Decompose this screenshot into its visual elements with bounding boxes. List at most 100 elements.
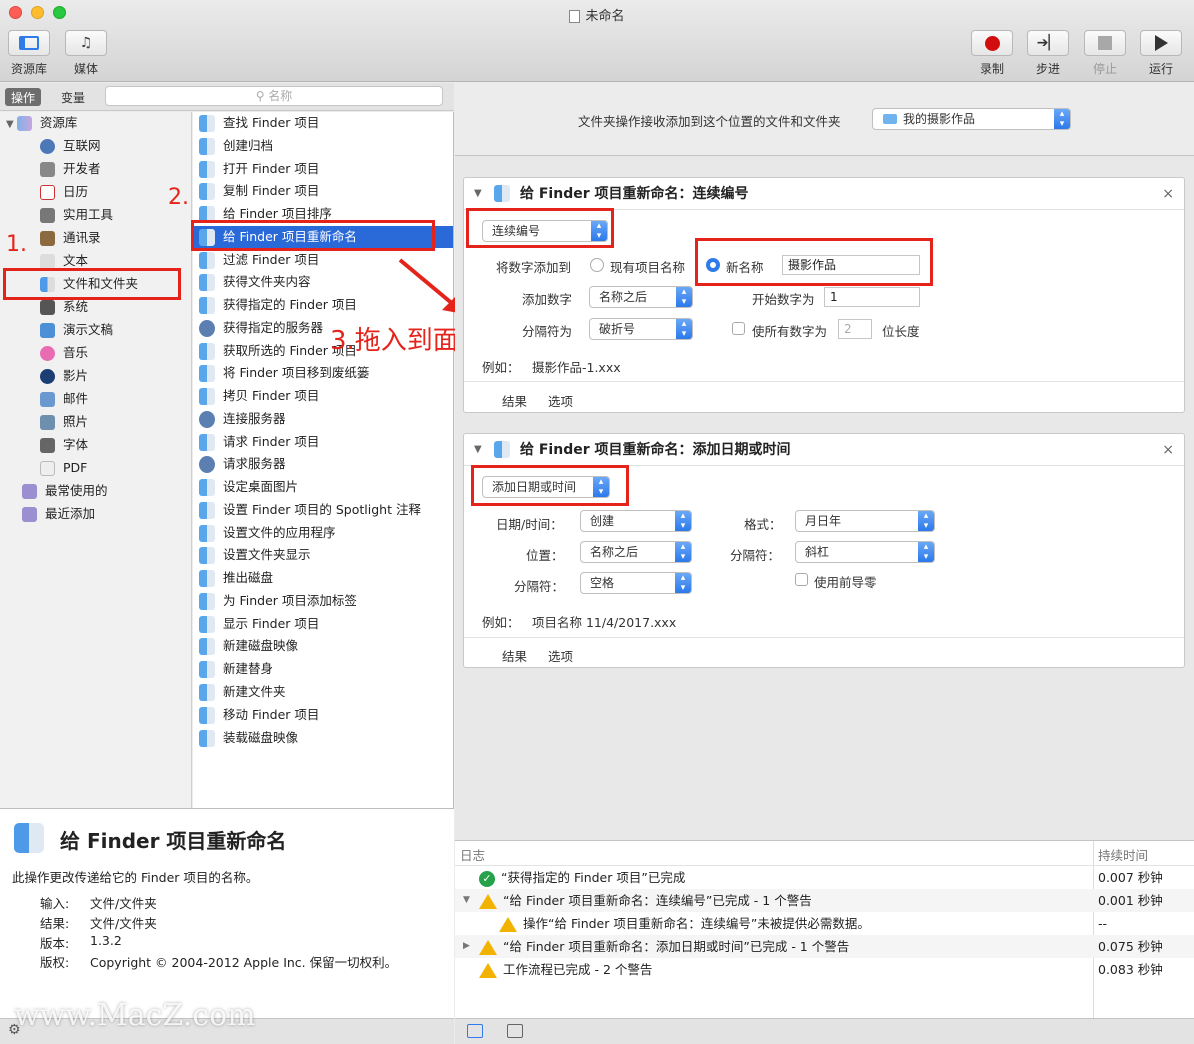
smart-group-most-used[interactable]: 最常使用的	[22, 480, 108, 502]
action-item[interactable]: 将 Finder 项目移到废纸篓	[199, 362, 369, 384]
library-item-music[interactable]: 音乐	[40, 342, 88, 364]
date-time-popup[interactable]: 创建 ▴ ▾	[580, 510, 692, 532]
radio-existing-name[interactable]	[590, 258, 604, 272]
library-item-internet[interactable]: 互联网	[40, 135, 101, 157]
action-item[interactable]: 推出磁盘	[199, 567, 273, 589]
action-item[interactable]: 获得指定的 Finder 项目	[199, 294, 357, 316]
leading-zero-checkbox[interactable]	[795, 573, 808, 586]
action-item[interactable]: 新建文件夹	[199, 681, 286, 703]
close-icon[interactable]: ×	[1162, 178, 1174, 210]
action-item[interactable]: 获得指定的服务器	[199, 317, 323, 339]
date-separator-popup[interactable]: 斜杠 ▴ ▾	[795, 541, 935, 563]
action-item[interactable]: 新建替身	[199, 658, 273, 680]
start-number-field[interactable]: 1	[824, 287, 920, 307]
action-item[interactable]: 设置 Finder 项目的 Spotlight 注释	[199, 499, 421, 521]
desc-result-value: 文件/文件夹	[90, 916, 157, 931]
tab-actions[interactable]: 操作	[5, 88, 42, 106]
action-item[interactable]: 打开 Finder 项目	[199, 158, 319, 180]
folder-icon	[883, 114, 897, 124]
action-item[interactable]: 过滤 Finder 项目	[199, 249, 319, 271]
action-item[interactable]: 请求服务器	[199, 453, 286, 475]
step-button[interactable]: ➔▏	[1027, 30, 1069, 56]
library-toolbar-button[interactable]	[8, 30, 50, 56]
desc-input-value: 文件/文件夹	[90, 896, 157, 911]
library-item-photos[interactable]: 照片	[40, 411, 88, 433]
run-button[interactable]	[1140, 30, 1182, 56]
library-item-developer[interactable]: 开发者	[40, 158, 101, 180]
action-item[interactable]: 获得文件夹内容	[199, 271, 311, 293]
log-row[interactable]: 操作“给 Finder 项目重新命名：连续编号”未被提供必需数据。 --	[455, 912, 1194, 935]
disclosure-triangle-icon[interactable]: ▼	[474, 178, 482, 210]
stop-button[interactable]	[1084, 30, 1126, 56]
action-item[interactable]: 新建磁盘映像	[199, 635, 298, 657]
library-item-fonts[interactable]: 字体	[40, 434, 88, 456]
action-item[interactable]: 移动 Finder 项目	[199, 704, 319, 726]
mail-icon	[40, 392, 55, 407]
action-item[interactable]: 设置文件的应用程序	[199, 522, 336, 544]
finder-action-icon	[199, 252, 215, 269]
description-summary: 此操作更改传递给它的 Finder 项目的名称。	[12, 870, 259, 885]
finder-action-icon	[494, 441, 510, 458]
action-item[interactable]: 创建归档	[199, 135, 273, 157]
action-item[interactable]: 拷贝 Finder 项目	[199, 385, 319, 407]
action-item[interactable]: 查找 Finder 项目	[199, 112, 319, 134]
annotation-box-new-name	[695, 238, 933, 286]
close-icon[interactable]: ×	[1162, 434, 1174, 466]
library-item-contacts[interactable]: 通讯录	[40, 227, 101, 249]
warning-icon	[479, 940, 497, 955]
smart-group-recently-added[interactable]: 最近添加	[22, 503, 95, 525]
actions-list: 查找 Finder 项目 创建归档 打开 Finder 项目 复制 Finder…	[193, 112, 454, 808]
tab-options[interactable]: 选项	[548, 646, 573, 665]
separator-popup[interactable]: 破折号 ▴ ▾	[589, 318, 693, 340]
library-item-pdf[interactable]: PDF	[40, 457, 87, 479]
action-item[interactable]: 设定桌面图片	[199, 476, 298, 498]
workflow-header: 文件夹操作接收添加到这个位置的文件和文件夹 我的摄影作品 ▴ ▾	[455, 83, 1194, 156]
separator-popup[interactable]: 空格 ▴ ▾	[580, 572, 692, 594]
disclosure-triangle-icon[interactable]: ▼	[463, 889, 470, 912]
media-toolbar-button[interactable]: ♫	[65, 30, 107, 56]
action-item[interactable]: 设置文件夹显示	[199, 544, 311, 566]
action-item[interactable]: 请求 Finder 项目	[199, 431, 319, 453]
log-row[interactable]: 工作流程已完成 - 2 个警告 0.083 秒钟	[455, 958, 1194, 981]
tab-results[interactable]: 结果	[502, 391, 527, 410]
library-item-presentations[interactable]: 演示文稿	[40, 319, 113, 341]
all-digits-checkbox[interactable]	[732, 322, 745, 335]
folder-popup[interactable]: 我的摄影作品 ▴ ▾	[872, 108, 1071, 130]
action-item[interactable]: 装载磁盘映像	[199, 727, 298, 749]
library-root[interactable]: ▼ 资源库	[6, 112, 77, 134]
tab-options[interactable]: 选项	[548, 391, 573, 410]
library-item-utilities[interactable]: 实用工具	[40, 204, 113, 226]
library-item-calendar[interactable]: 日历	[40, 181, 88, 203]
finder-action-icon	[199, 730, 215, 747]
utilities-icon	[40, 208, 55, 223]
tab-variables[interactable]: 变量	[55, 88, 91, 106]
format-popup[interactable]: 月日年 ▴ ▾	[795, 510, 935, 532]
action-item[interactable]: 连接服务器	[199, 408, 286, 430]
separator-label: 分隔符：	[514, 579, 565, 594]
server-icon	[199, 411, 215, 428]
smart-folder-icon	[22, 507, 37, 522]
tab-results[interactable]: 结果	[502, 646, 527, 665]
checkmark-icon: ✓	[479, 870, 495, 887]
position-popup[interactable]: 名称之后 ▴ ▾	[580, 541, 692, 563]
annotation-box-mode	[466, 208, 614, 248]
log-row[interactable]: ▼ “给 Finder 项目重新命名：连续编号”已完成 - 1 个警告 0.00…	[455, 889, 1194, 912]
log-row[interactable]: ✓ “获得指定的 Finder 项目”已完成 0.007 秒钟	[455, 866, 1194, 889]
chevron-updown-icon: ▴ ▾	[918, 542, 934, 562]
disclosure-triangle-icon[interactable]: ▶	[463, 935, 470, 958]
library-item-mail[interactable]: 邮件	[40, 388, 88, 410]
action-item[interactable]: 为 Finder 项目添加标签	[199, 590, 357, 612]
pdf-icon	[40, 461, 55, 476]
add-number-popup[interactable]: 名称之后 ▴ ▾	[589, 286, 693, 308]
library-item-movies[interactable]: 影片	[40, 365, 88, 387]
log-row[interactable]: ▶ “给 Finder 项目重新命名：添加日期或时间”已完成 - 1 个警告 0…	[455, 935, 1194, 958]
record-button[interactable]	[971, 30, 1013, 56]
log-view-icon[interactable]	[467, 1024, 483, 1038]
search-input[interactable]: ⚲ 名称	[105, 86, 443, 106]
disclosure-triangle-icon[interactable]: ▼	[474, 434, 482, 466]
annotation-step2: 2.	[168, 185, 189, 210]
action-item[interactable]: 显示 Finder 项目	[199, 613, 319, 635]
digits-field[interactable]: 2	[838, 319, 872, 339]
variables-view-icon[interactable]	[507, 1024, 523, 1038]
action-item[interactable]: 复制 Finder 项目	[199, 180, 319, 202]
